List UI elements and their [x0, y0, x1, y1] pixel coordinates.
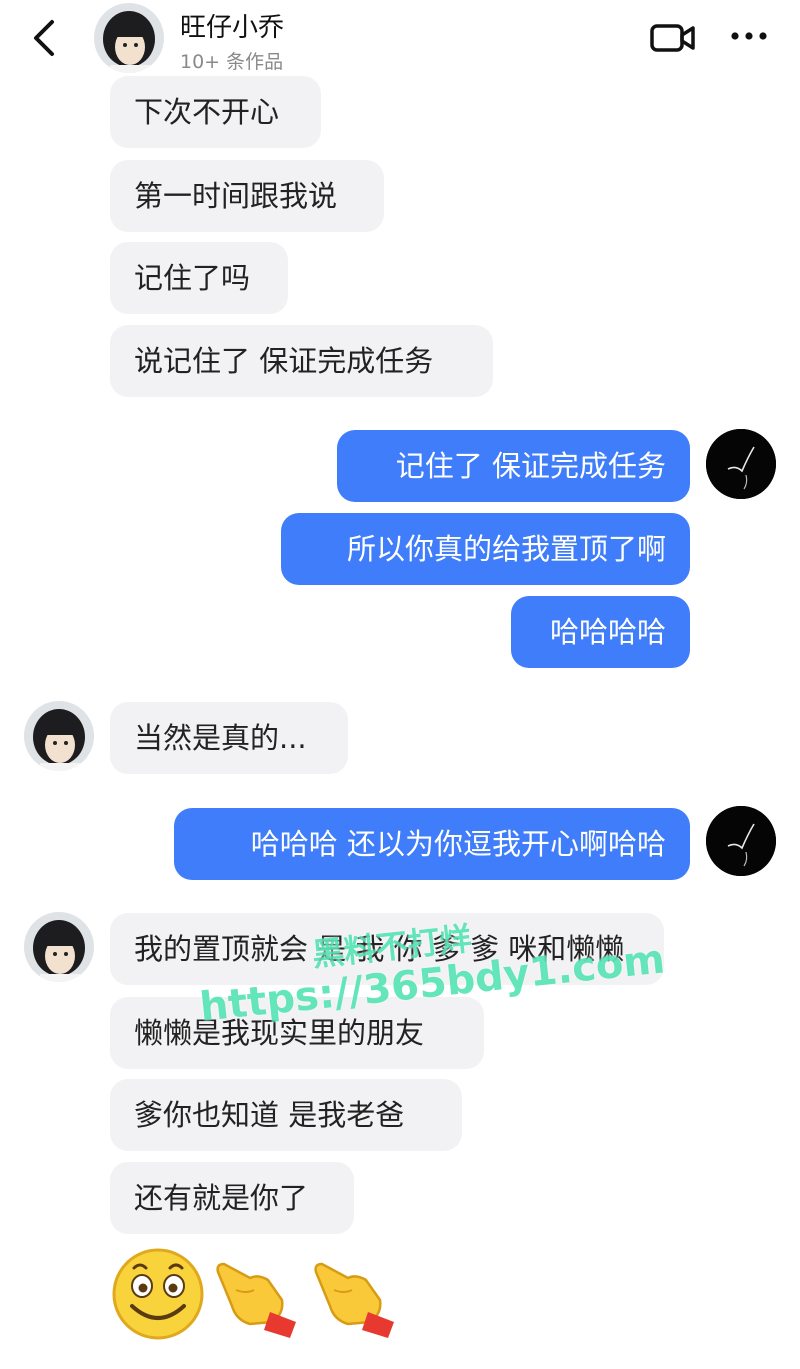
message-bubble-incoming[interactable]: 当然是真的...	[110, 702, 348, 774]
my-avatar[interactable]	[706, 806, 776, 876]
smiling-face-emoji	[110, 1244, 206, 1344]
chat-header: 旺仔小乔 10+ 条作品	[0, 0, 800, 82]
message-bubble-incoming[interactable]: 记住了吗	[110, 242, 288, 314]
message-bubble-outgoing[interactable]: 所以你真的给我置顶了啊	[281, 513, 690, 585]
message-bubble-incoming[interactable]: 爹你也知道 是我老爸	[110, 1079, 462, 1151]
message-bubble-incoming[interactable]: 下次不开心	[110, 76, 321, 148]
video-call-icon	[650, 24, 695, 52]
back-button[interactable]	[26, 16, 66, 60]
message-bubble-outgoing[interactable]: 记住了 保证完成任务	[337, 430, 690, 502]
message-bubble-incoming[interactable]: 说记住了 保证完成任务	[110, 325, 493, 397]
message-bubble-incoming[interactable]: 我的置顶就会 是 我 你 爹 爹 咪和懒懒	[110, 913, 664, 985]
more-horizontal-icon	[731, 32, 767, 40]
video-call-button[interactable]	[648, 18, 698, 58]
contact-works-count[interactable]: 10+ 条作品	[180, 47, 283, 74]
message-bubble-outgoing[interactable]: 哈哈哈 还以为你逗我开心啊哈哈	[174, 808, 690, 880]
chevron-left-icon	[34, 20, 54, 56]
message-bubble-incoming[interactable]: 懒懒是我现实里的朋友	[110, 997, 484, 1069]
my-avatar[interactable]	[706, 429, 776, 499]
more-options-button[interactable]	[728, 24, 770, 48]
pointing-hand-emoji	[210, 1250, 302, 1344]
message-bubble-incoming[interactable]: 还有就是你了	[110, 1162, 354, 1234]
pointing-hand-emoji	[308, 1250, 400, 1344]
message-bubble-outgoing[interactable]: 哈哈哈哈	[511, 596, 690, 668]
message-bubble-incoming[interactable]: 第一时间跟我说	[110, 160, 384, 232]
contact-avatar[interactable]	[94, 3, 164, 73]
contact-name[interactable]: 旺仔小乔	[180, 7, 284, 44]
contact-avatar[interactable]	[24, 701, 94, 771]
contact-avatar[interactable]	[24, 912, 94, 982]
